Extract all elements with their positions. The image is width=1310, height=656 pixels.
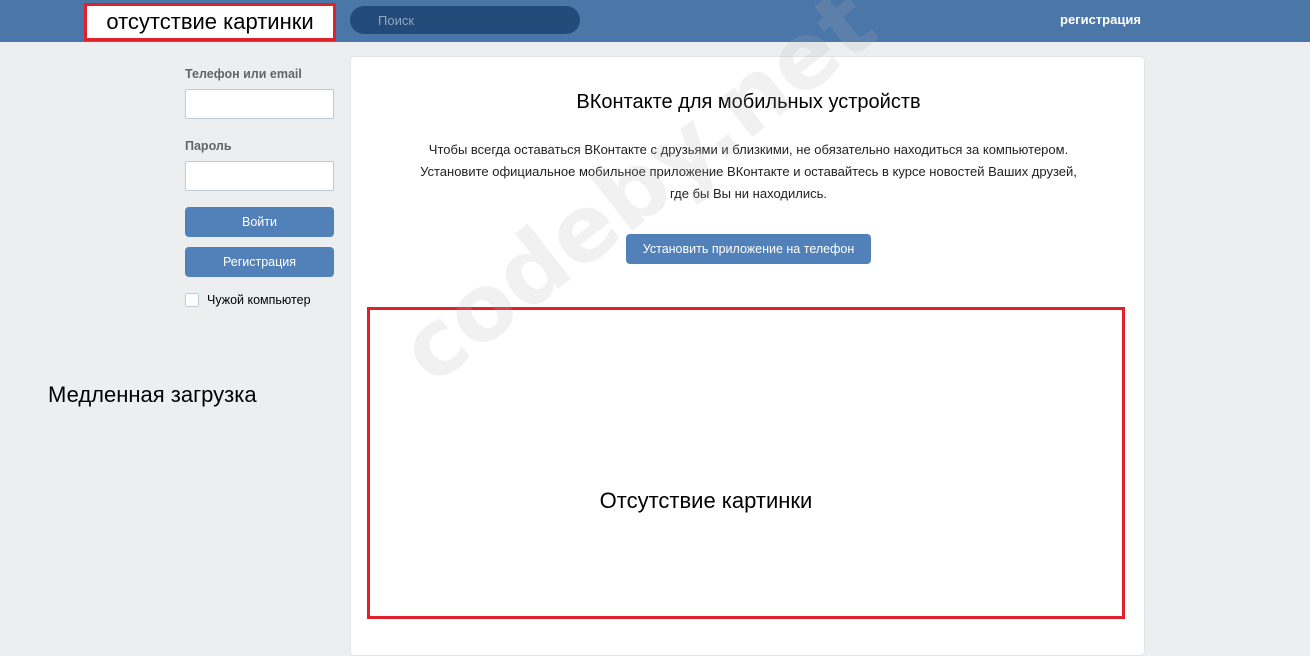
login-form: Телефон или email Пароль Войти Регистрац… — [185, 66, 334, 307]
missing-image-label: Отсутствие картинки — [599, 488, 813, 513]
foreign-computer-label: Чужой компьютер — [207, 293, 311, 307]
promo-description: Чтобы всегда оставаться ВКонтакте с друз… — [420, 142, 1077, 201]
search-placeholder: Поиск — [378, 12, 415, 28]
install-app-button[interactable]: Установить приложение на телефон — [626, 234, 871, 264]
password-label: Пароль — [185, 139, 232, 153]
logo-missing-label: отсутствие картинки — [106, 9, 314, 34]
phone-email-label: Телефон или email — [185, 67, 302, 81]
page-title: ВКонтакте для мобильных устройств — [576, 91, 921, 113]
slow-loading-annotation: Медленная загрузка — [48, 382, 257, 407]
logo-missing-placeholder[interactable]: отсутствие картинки — [84, 3, 336, 41]
missing-image-placeholder: Отсутствие картинки — [367, 307, 1125, 619]
phone-email-field[interactable] — [185, 89, 334, 119]
top-header-bar: отсутствие картинки Поиск регистрация — [0, 0, 1310, 42]
foreign-computer-option[interactable]: Чужой компьютер — [185, 293, 334, 307]
password-field[interactable] — [185, 161, 334, 191]
register-button[interactable]: Регистрация — [185, 247, 334, 277]
search-input[interactable]: Поиск — [350, 6, 580, 34]
register-link[interactable]: регистрация — [1060, 12, 1141, 27]
foreign-computer-checkbox[interactable] — [185, 293, 199, 307]
login-button[interactable]: Войти — [185, 207, 334, 237]
